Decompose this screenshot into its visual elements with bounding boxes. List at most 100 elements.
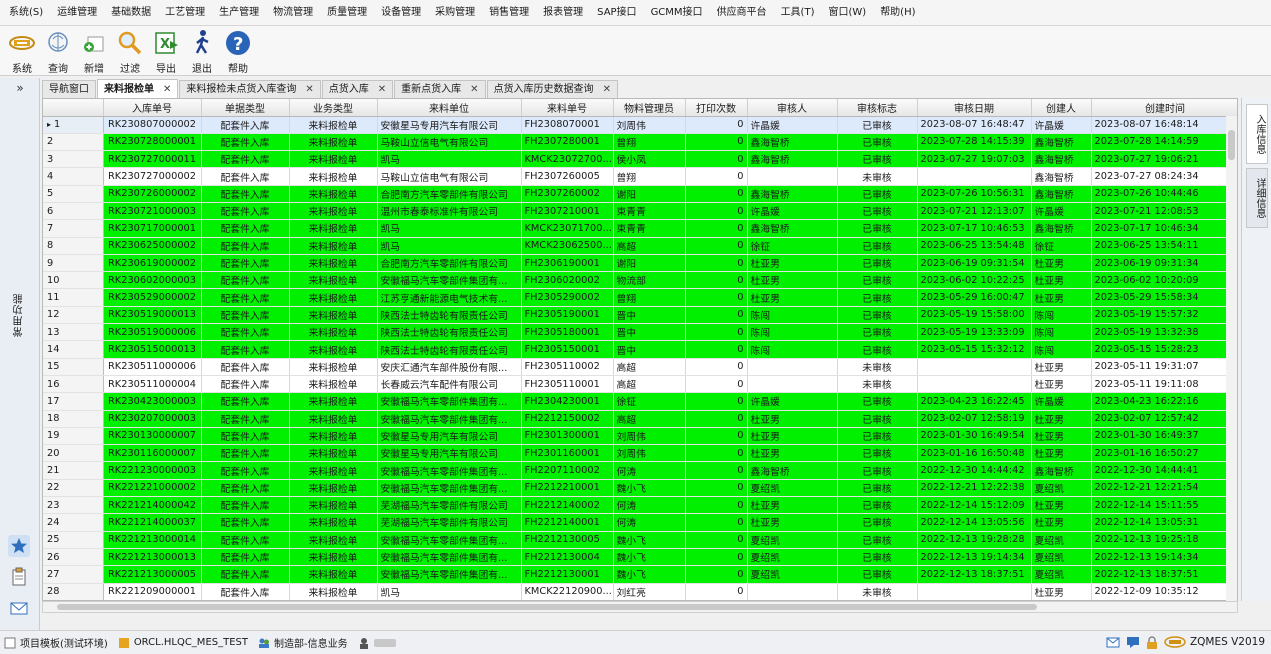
cell-id[interactable]: RK230519000013 xyxy=(103,306,202,325)
favorite-star-icon[interactable] xyxy=(8,535,30,557)
cell-biz[interactable]: 来料报检单 xyxy=(289,496,378,515)
cell-flag[interactable]: 未审核 xyxy=(837,375,918,394)
cell-flag[interactable]: 已审核 xyxy=(837,271,918,290)
cell-adate[interactable]: 2022-12-21 12:22:38 xyxy=(917,479,1032,498)
cell-creator[interactable]: 陈闯 xyxy=(1031,306,1092,325)
cell-unit[interactable]: 芜湖福马汽车零部件有限公司 xyxy=(377,513,522,532)
cell-creator[interactable]: 夏绍凯 xyxy=(1031,548,1092,567)
cell-creator[interactable]: 鑫海智桥 xyxy=(1031,133,1092,152)
cell-n[interactable]: 27 xyxy=(43,565,104,584)
table-row[interactable]: 19 RK230130000007 配套件入库 来料报检单 安徽星马专用汽车有限公司 FH… xyxy=(43,427,1237,446)
cell-src[interactable]: FH2305190001 xyxy=(521,306,614,325)
cell-type[interactable]: 配套件入库 xyxy=(201,288,290,307)
cell-ctime[interactable]: 2022-12-30 14:44:41 xyxy=(1091,461,1237,480)
cell-creator[interactable]: 许晶媛 xyxy=(1031,116,1092,134)
column-header-8[interactable]: 审核人 xyxy=(747,99,838,117)
cell-creator[interactable]: 陈闯 xyxy=(1031,323,1092,342)
cell-biz[interactable]: 来料报检单 xyxy=(289,427,378,446)
cell-n[interactable]: ▸ 1 xyxy=(43,116,104,134)
cell-auditor[interactable] xyxy=(747,375,838,394)
cell-unit[interactable]: 安徽福马汽车零部件集团有... xyxy=(377,410,522,428)
cell-src[interactable]: FH2212130005 xyxy=(521,531,614,549)
tab-2[interactable]: 来料报检未点货入库查询 ✕ xyxy=(179,80,321,98)
cell-ctime[interactable]: 2023-07-27 19:06:21 xyxy=(1091,150,1237,169)
cell-auditor[interactable]: 杜亚男 xyxy=(747,444,838,463)
cell-creator[interactable]: 徐钲 xyxy=(1031,237,1092,255)
cell-mgr[interactable]: 物流部 xyxy=(613,271,686,290)
toolbar-button-query[interactable]: 查询 xyxy=(40,26,76,75)
cell-ctime[interactable]: 2022-12-14 13:05:31 xyxy=(1091,513,1237,532)
cell-src[interactable]: FH2307260002 xyxy=(521,185,614,203)
cell-flag[interactable]: 未审核 xyxy=(837,167,918,186)
cell-ctime[interactable]: 2023-04-23 16:22:16 xyxy=(1091,392,1237,411)
cell-src[interactable]: KMCK23072700... xyxy=(521,150,614,169)
menu-item-6[interactable]: 质量管理 xyxy=(320,2,374,24)
table-row[interactable]: 24 RK221214000037 配套件入库 来料报检单 芜湖福马汽车零部件有限公司 F… xyxy=(43,513,1237,532)
cell-adate[interactable]: 2023-06-19 09:31:54 xyxy=(917,254,1032,273)
tab-detail-info[interactable]: 详细信息 xyxy=(1246,168,1268,228)
cell-adate[interactable]: 2022-12-14 15:12:09 xyxy=(917,496,1032,515)
cell-ctime[interactable]: 2023-05-11 19:11:08 xyxy=(1091,375,1237,394)
cell-id[interactable]: RK230727000002 xyxy=(103,167,202,186)
cell-creator[interactable]: 杜亚男 xyxy=(1031,358,1092,376)
table-row[interactable]: 5 RK230726000002 配套件入库 来料报检单 合肥南方汽车零部件有限公司 FH… xyxy=(43,185,1237,203)
cell-unit[interactable]: 安徽福马汽车零部件集团有... xyxy=(377,548,522,567)
toolbar-button-filter[interactable]: 过滤 xyxy=(112,26,148,75)
cell-n[interactable]: 23 xyxy=(43,496,104,515)
cell-creator[interactable]: 夏绍凯 xyxy=(1031,565,1092,584)
cell-creator[interactable]: 陈闯 xyxy=(1031,340,1092,359)
toolbar-button-exit[interactable]: 退出 xyxy=(184,26,220,75)
table-row[interactable]: 7 RK230717000001 配套件入库 来料报检单 凯马 KMCK23071700.… xyxy=(43,219,1237,238)
column-header-5[interactable]: 来料单号 xyxy=(521,99,614,117)
toolbar-button-add[interactable]: 新增 xyxy=(76,26,112,75)
cell-biz[interactable]: 来料报检单 xyxy=(289,323,378,342)
cell-prints[interactable]: 0 xyxy=(685,133,748,152)
cell-mgr[interactable]: 何涛 xyxy=(613,496,686,515)
cell-type[interactable]: 配套件入库 xyxy=(201,392,290,411)
cell-adate[interactable] xyxy=(917,358,1032,376)
cell-prints[interactable]: 0 xyxy=(685,358,748,376)
cell-n[interactable]: 8 xyxy=(43,237,104,255)
cell-ctime[interactable]: 2023-06-25 13:54:11 xyxy=(1091,237,1237,255)
cell-n[interactable]: 22 xyxy=(43,479,104,498)
table-row[interactable]: 23 RK221214000042 配套件入库 来料报检单 芜湖福马汽车零部件有限公司 F… xyxy=(43,496,1237,515)
table-row[interactable]: 9 RK230619000002 配套件入库 来料报检单 合肥南方汽车零部件有限公司 FH… xyxy=(43,254,1237,273)
cell-adate[interactable]: 2023-05-19 13:33:09 xyxy=(917,323,1032,342)
cell-id[interactable]: RK230511000006 xyxy=(103,358,202,376)
cell-id[interactable]: RK230602000003 xyxy=(103,271,202,290)
cell-prints[interactable]: 0 xyxy=(685,513,748,532)
cell-creator[interactable]: 杜亚男 xyxy=(1031,427,1092,446)
table-row[interactable]: 27 RK221213000005 配套件入库 来料报检单 安徽福马汽车零部件集团有..… xyxy=(43,565,1237,584)
cell-biz[interactable]: 来料报检单 xyxy=(289,271,378,290)
cell-flag[interactable]: 已审核 xyxy=(837,479,918,498)
cell-biz[interactable]: 来料报检单 xyxy=(289,185,378,203)
cell-id[interactable]: RK221214000042 xyxy=(103,496,202,515)
cell-mgr[interactable]: 谢阳 xyxy=(613,185,686,203)
cell-mgr[interactable]: 刘红亮 xyxy=(613,583,686,600)
cell-type[interactable]: 配套件入库 xyxy=(201,185,290,203)
cell-id[interactable]: RK221213000013 xyxy=(103,548,202,567)
toolbar-button-export[interactable]: X 导出 xyxy=(148,26,184,75)
cell-adate[interactable]: 2023-07-17 10:46:53 xyxy=(917,219,1032,238)
cell-id[interactable]: RK230423000003 xyxy=(103,392,202,411)
cell-auditor[interactable]: 陈闯 xyxy=(747,306,838,325)
cell-flag[interactable]: 未审核 xyxy=(837,583,918,600)
column-header-11[interactable]: 创建人 xyxy=(1031,99,1092,117)
cell-id[interactable]: RK230130000007 xyxy=(103,427,202,446)
menu-item-0[interactable]: 系统(S) xyxy=(2,2,50,24)
cell-auditor[interactable]: 鑫海智桥 xyxy=(747,219,838,238)
cell-mgr[interactable]: 束青青 xyxy=(613,219,686,238)
menu-item-5[interactable]: 物流管理 xyxy=(266,2,320,24)
tab-0[interactable]: 导航窗口 xyxy=(42,80,96,98)
cell-id[interactable]: RK221221000002 xyxy=(103,479,202,498)
cell-adate[interactable]: 2023-07-28 14:15:39 xyxy=(917,133,1032,152)
cell-prints[interactable]: 0 xyxy=(685,461,748,480)
cell-src[interactable]: FH2304230001 xyxy=(521,392,614,411)
cell-prints[interactable]: 0 xyxy=(685,202,748,221)
cell-auditor[interactable]: 许晶媛 xyxy=(747,202,838,221)
cell-type[interactable]: 配套件入库 xyxy=(201,513,290,532)
cell-mgr[interactable]: 晋中 xyxy=(613,323,686,342)
cell-type[interactable]: 配套件入库 xyxy=(201,375,290,394)
cell-prints[interactable]: 0 xyxy=(685,323,748,342)
tab-4[interactable]: 重新点货入库 ✕ xyxy=(394,80,486,98)
